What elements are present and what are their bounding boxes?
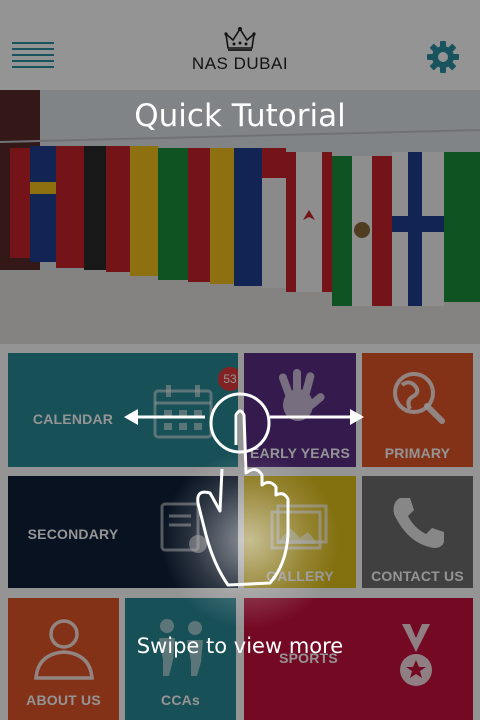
tutorial-title: Quick Tutorial bbox=[134, 98, 346, 134]
swipe-hint: Swipe to view more bbox=[136, 634, 344, 658]
swipe-gesture-icon bbox=[124, 392, 364, 587]
